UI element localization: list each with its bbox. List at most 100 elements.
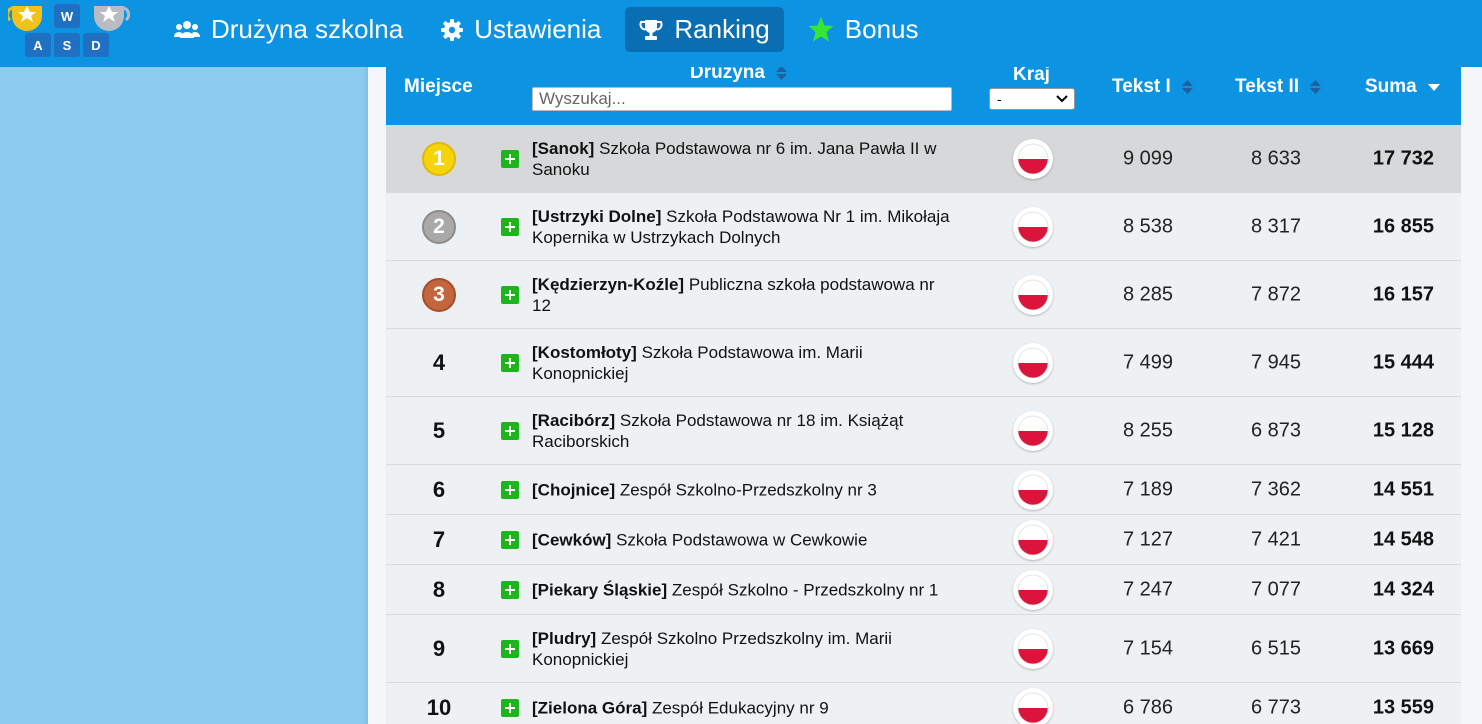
star-icon [808,17,834,42]
team-search-input[interactable] [532,87,952,111]
sum-score: 14 324 [1372,578,1434,600]
team-school: Szkoła Podstawowa w Cewkowie [616,530,868,549]
nav-item-ranking[interactable]: Ranking [625,7,784,52]
expand-plus-button[interactable] [501,421,519,440]
sum-score: 17 732 [1372,147,1434,169]
text2-score: 7 077 [1250,578,1301,600]
team-city: [Chojnice] [532,480,616,499]
text2-score: 7 945 [1250,351,1301,373]
place-cell: 7 [432,526,446,552]
text2-score: 6 515 [1250,637,1301,659]
bronze-medal-icon: 3 [422,277,456,312]
sum-score: 15 444 [1372,351,1434,373]
text2-score: 8 317 [1250,215,1301,237]
text1-score: 8 285 [1122,283,1173,305]
sum-score: 15 128 [1372,419,1434,441]
ranking-table-body: 1 [Sanok] Szkoła Podstawowa nr 6 im. Jan… [386,125,1461,724]
team-cell: [Ustrzyki Dolne] Szkoła Podstawowa Nr 1 … [532,206,952,248]
logo-key-w: W [61,9,74,24]
team-city: [Racibórz] [532,410,616,430]
text1-score: 9 099 [1122,147,1173,169]
gold-medal-icon: 1 [422,141,456,176]
team-cell: [Pludry] Zespół Szkolno Przedszkolny im.… [532,628,952,670]
sum-score: 13 559 [1372,696,1434,718]
nav-item-bonus[interactable]: Bonus [794,7,933,52]
sum-score: 16 157 [1372,283,1434,305]
expand-plus-button[interactable] [501,530,519,549]
nav-item-settings[interactable]: Ustawienia [427,7,615,52]
team-city: [Zielona Góra] [532,698,648,717]
nav-item-label: Drużyna szkolna [211,14,404,44]
text2-score: 7 421 [1250,528,1301,550]
table-row[interactable]: 2 [Ustrzyki Dolne] Szkoła Podstawowa Nr … [386,193,1461,261]
table-row[interactable]: 1 [Sanok] Szkoła Podstawowa nr 6 im. Jan… [386,125,1461,193]
nav-item-school-team[interactable]: Drużyna szkolna [160,7,417,52]
country-filter-value: - [997,91,1002,107]
table-row[interactable]: 5 [Racibórz] Szkoła Podstawowa nr 18 im.… [386,397,1461,465]
logo-key-d: D [91,38,100,53]
header-place: Miejsce [404,76,473,97]
place-cell: 6 [432,476,446,502]
country-filter-select[interactable]: - [989,88,1075,110]
team-cell: [Chojnice] Zespół Szkolno-Przedszkolny n… [532,479,952,500]
wasd-logo[interactable]: W A S D [8,0,130,62]
place-cell: 3 [386,261,492,328]
expand-plus-button[interactable] [501,580,519,599]
place-cell: 9 [432,635,446,661]
text1-score: 8 255 [1122,419,1173,441]
logo-key-a: A [33,38,43,53]
ranking-panel: Miejsce Drużyna Kraj - Tekst I [368,60,1482,724]
table-row[interactable]: 4 [Kostomłoty] Szkoła Podstawowa im. Mar… [386,329,1461,397]
nav-item-label: Ustawienia [474,14,602,44]
sort-both-icon [1310,79,1322,94]
expand-plus-button[interactable] [501,353,519,372]
place-cell: 2 [386,193,492,260]
text2-score: 7 872 [1250,283,1301,305]
team-cell: [Racibórz] Szkoła Podstawowa nr 18 im. K… [532,410,952,452]
poland-flag-icon [1013,274,1053,315]
team-cell: [Piekary Śląskie] Zespół Szkolno - Przed… [532,579,952,600]
sort-both-icon [776,65,788,80]
text2-score: 7 362 [1250,478,1301,500]
place-cell: 4 [432,349,446,375]
expand-plus-button[interactable] [501,217,519,236]
text1-score: 7 154 [1122,637,1173,659]
place-cell: 1 [386,125,492,192]
team-school: Zespół Szkolno - Przedszkolny nr 1 [671,580,939,599]
poland-flag-icon [1013,206,1053,247]
header-text1-sort[interactable]: Tekst I [1112,76,1194,98]
sort-both-icon [1182,79,1194,94]
poland-flag-icon [1013,410,1053,451]
team-cell: [Sanok] Szkoła Podstawowa nr 6 im. Jana … [532,138,952,180]
table-row[interactable]: 6 [Chojnice] Zespół Szkolno-Przedszkolny… [386,465,1461,515]
team-city: [Pludry] [532,628,597,648]
text2-score: 6 873 [1250,419,1301,441]
table-row[interactable]: 3 [Kędzierzyn-Koźle] Publiczna szkoła po… [386,261,1461,329]
expand-plus-button[interactable] [501,149,519,168]
poland-flag-icon [1013,687,1053,724]
team-school: Zespół Edukacyjny nr 9 [651,698,829,717]
nav-item-label: Ranking [674,14,770,44]
expand-plus-button[interactable] [501,639,519,658]
text2-score: 8 633 [1250,147,1301,169]
sort-desc-icon [1428,83,1441,91]
team-city: [Sanok] [532,138,595,158]
expand-plus-button[interactable] [501,285,519,304]
table-row[interactable]: 9 [Pludry] Zespół Szkolno Przedszkolny i… [386,615,1461,683]
gear-icon [441,18,464,41]
text1-score: 8 538 [1122,215,1173,237]
expand-plus-button[interactable] [501,480,519,499]
table-row[interactable]: 7 [Cewków] Szkoła Podstawowa w Cewkowie … [386,515,1461,565]
text1-score: 7 189 [1122,478,1173,500]
table-row[interactable]: 10 [Zielona Góra] Zespół Edukacyjny nr 9… [386,683,1461,724]
team-cell: [Kędzierzyn-Koźle] Publiczna szkoła pods… [532,274,952,316]
expand-plus-button[interactable] [501,698,519,717]
place-cell: 10 [426,694,452,720]
team-city: [Cewków] [532,530,612,549]
main-nav: Drużyna szkolna Ustawienia Ranking Bonus [160,7,943,52]
text2-score: 6 773 [1250,696,1301,718]
header-sum-sort[interactable]: Suma [1365,76,1441,98]
header-text2-sort[interactable]: Tekst II [1235,76,1322,98]
place-cell: 8 [432,576,446,602]
table-row[interactable]: 8 [Piekary Śląskie] Zespół Szkolno - Prz… [386,565,1461,615]
